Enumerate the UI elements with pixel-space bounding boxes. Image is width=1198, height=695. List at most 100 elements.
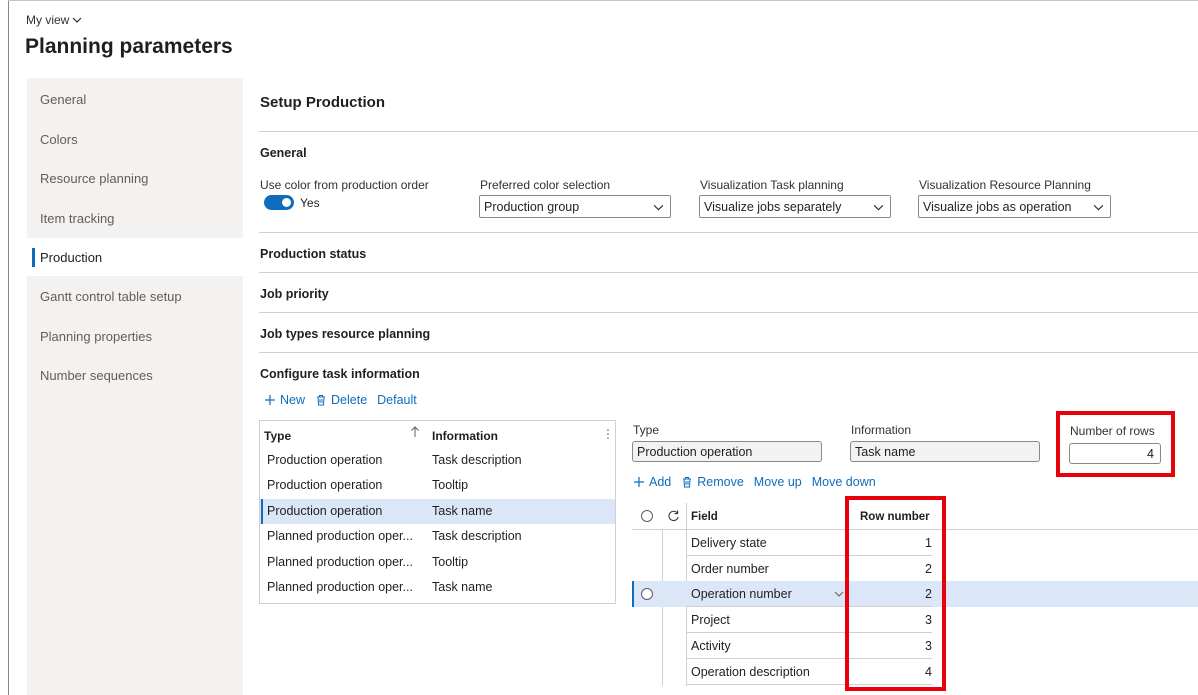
cell-field: Operation description xyxy=(691,665,810,679)
select-all-radio[interactable] xyxy=(641,510,653,522)
section-label: Job types resource planning xyxy=(260,327,431,341)
chevron-down-icon[interactable] xyxy=(834,589,844,599)
section-label: Production status xyxy=(260,247,367,261)
cell-info: Task name xyxy=(432,580,493,594)
add-button[interactable]: Add xyxy=(633,475,671,489)
move-up-button[interactable]: Move up xyxy=(754,475,802,489)
preferred-color-select[interactable]: Production group xyxy=(479,195,671,218)
new-button[interactable]: New xyxy=(264,393,305,407)
section-label: Job priority xyxy=(260,287,329,301)
refresh-icon[interactable] xyxy=(667,509,680,522)
table-row[interactable]: Production operation Task description xyxy=(260,448,615,473)
trash-icon xyxy=(317,395,326,406)
select-value: Production group xyxy=(484,199,580,214)
table-row-selected[interactable]: Production operation Task name xyxy=(260,499,615,524)
detail-type-label: Type xyxy=(633,423,660,437)
button-label: New xyxy=(280,393,306,407)
sidebar-item-production[interactable]: Production xyxy=(27,238,243,276)
sidebar-item-planning-properties[interactable]: Planning properties xyxy=(27,317,243,355)
table-row[interactable]: Production operation Tooltip xyxy=(260,473,615,498)
detail-type-value: Production operation xyxy=(632,441,822,462)
sidebar-item-item-tracking[interactable]: Item tracking xyxy=(27,199,243,237)
detail-info-label: Information xyxy=(851,423,912,437)
default-button[interactable]: Default xyxy=(377,393,417,407)
cell-info: Task name xyxy=(432,504,493,518)
sidebar-item-label: Item tracking xyxy=(40,210,115,226)
vis-resource-label: Visualization Resource Planning xyxy=(919,178,1091,192)
vis-resource-select[interactable]: Visualize jobs as operation xyxy=(918,195,1111,218)
cell-type: Planned production oper... xyxy=(267,580,413,594)
row-select-radio[interactable] xyxy=(641,588,653,600)
table-row[interactable]: Planned production oper... Task name xyxy=(260,575,615,600)
my-view-dropdown[interactable]: My view xyxy=(26,13,82,27)
delete-button[interactable]: Delete xyxy=(315,393,367,407)
button-label: Move down xyxy=(811,475,876,489)
section-job-priority[interactable]: Job priority xyxy=(259,272,1198,312)
my-view-label: My view xyxy=(26,13,70,27)
sidebar-item-gantt-control[interactable]: Gantt control table setup xyxy=(27,277,243,315)
task-info-toolbar: New Delete Default xyxy=(264,393,417,407)
window-border xyxy=(8,0,9,695)
column-options-icon[interactable]: ⋮ xyxy=(602,427,614,441)
fields-toolbar: Add Remove Move up Move down xyxy=(633,475,876,489)
sidebar-item-label: Gantt control table setup xyxy=(40,288,182,304)
sidebar-item-label: Production xyxy=(40,249,103,265)
section-general[interactable]: General xyxy=(259,131,1198,171)
button-label: Add xyxy=(649,475,672,489)
select-value: Visualize jobs as operation xyxy=(923,199,1072,214)
vis-task-label: Visualization Task planning xyxy=(700,178,844,192)
sort-ascending-icon xyxy=(411,426,419,437)
sidebar: General Colors Resource planning Item tr… xyxy=(27,78,243,695)
sidebar-item-number-sequences[interactable]: Number sequences xyxy=(27,356,243,394)
table-row[interactable]: Planned production oper... Tooltip xyxy=(260,550,615,575)
button-label: Remove xyxy=(697,475,744,489)
cell-field: Delivery state xyxy=(691,536,767,550)
use-color-label: Use color from production order xyxy=(260,178,429,192)
cell-type: Production operation xyxy=(267,478,383,492)
cell-field: Order number xyxy=(691,562,769,576)
sidebar-item-colors[interactable]: Colors xyxy=(27,120,243,158)
vis-task-select[interactable]: Visualize jobs separately xyxy=(699,195,891,218)
cell-info: Tooltip xyxy=(432,478,469,492)
detail-info-value: Task name xyxy=(850,441,1040,462)
section-configure-task[interactable]: Configure task information xyxy=(259,352,1198,392)
section-production-status[interactable]: Production status xyxy=(259,232,1198,272)
cell-type: Production operation xyxy=(267,453,383,467)
trash-icon xyxy=(683,477,692,488)
chevron-down-icon xyxy=(653,204,664,211)
remove-button[interactable]: Remove xyxy=(681,475,744,489)
button-label: Default xyxy=(377,393,417,407)
highlight-box-number-of-rows xyxy=(1056,411,1175,477)
section-job-types[interactable]: Job types resource planning xyxy=(259,312,1198,352)
plus-icon xyxy=(265,395,275,405)
button-label: Move up xyxy=(753,475,802,489)
sidebar-item-label: Planning properties xyxy=(40,328,153,344)
move-down-button[interactable]: Move down xyxy=(812,475,876,489)
sidebar-item-resource-planning[interactable]: Resource planning xyxy=(27,159,243,197)
use-color-value: Yes xyxy=(300,196,320,210)
col-header-information[interactable]: Information xyxy=(432,429,498,443)
cell-field: Activity xyxy=(691,639,731,653)
plus-icon xyxy=(634,477,644,487)
chevron-down-icon xyxy=(1093,204,1104,211)
cell-type: Planned production oper... xyxy=(267,555,413,569)
window-border-top xyxy=(8,0,1198,1)
table-row[interactable]: Planned production oper... Task descript… xyxy=(260,524,615,549)
section-label: Configure task information xyxy=(260,367,420,381)
col-header-field[interactable]: Field xyxy=(691,511,718,523)
col-header-type[interactable]: Type xyxy=(264,429,291,443)
use-color-toggle[interactable] xyxy=(264,195,294,210)
setup-title: Setup Production xyxy=(260,94,385,111)
sidebar-item-general[interactable]: General xyxy=(27,80,243,118)
sidebar-item-label: General xyxy=(40,91,87,107)
cell-field: Project xyxy=(691,613,730,627)
select-value: Visualize jobs separately xyxy=(704,199,842,214)
cell-type: Planned production oper... xyxy=(267,529,413,543)
button-label: Delete xyxy=(331,393,368,407)
cell-info: Task description xyxy=(432,453,522,467)
chevron-down-icon xyxy=(873,204,884,211)
highlight-box-row-number xyxy=(845,496,946,691)
sidebar-item-label: Number sequences xyxy=(40,367,153,383)
page-title: Planning parameters xyxy=(25,35,233,58)
task-info-grid: Type Information ⋮ Production operation … xyxy=(259,420,616,604)
